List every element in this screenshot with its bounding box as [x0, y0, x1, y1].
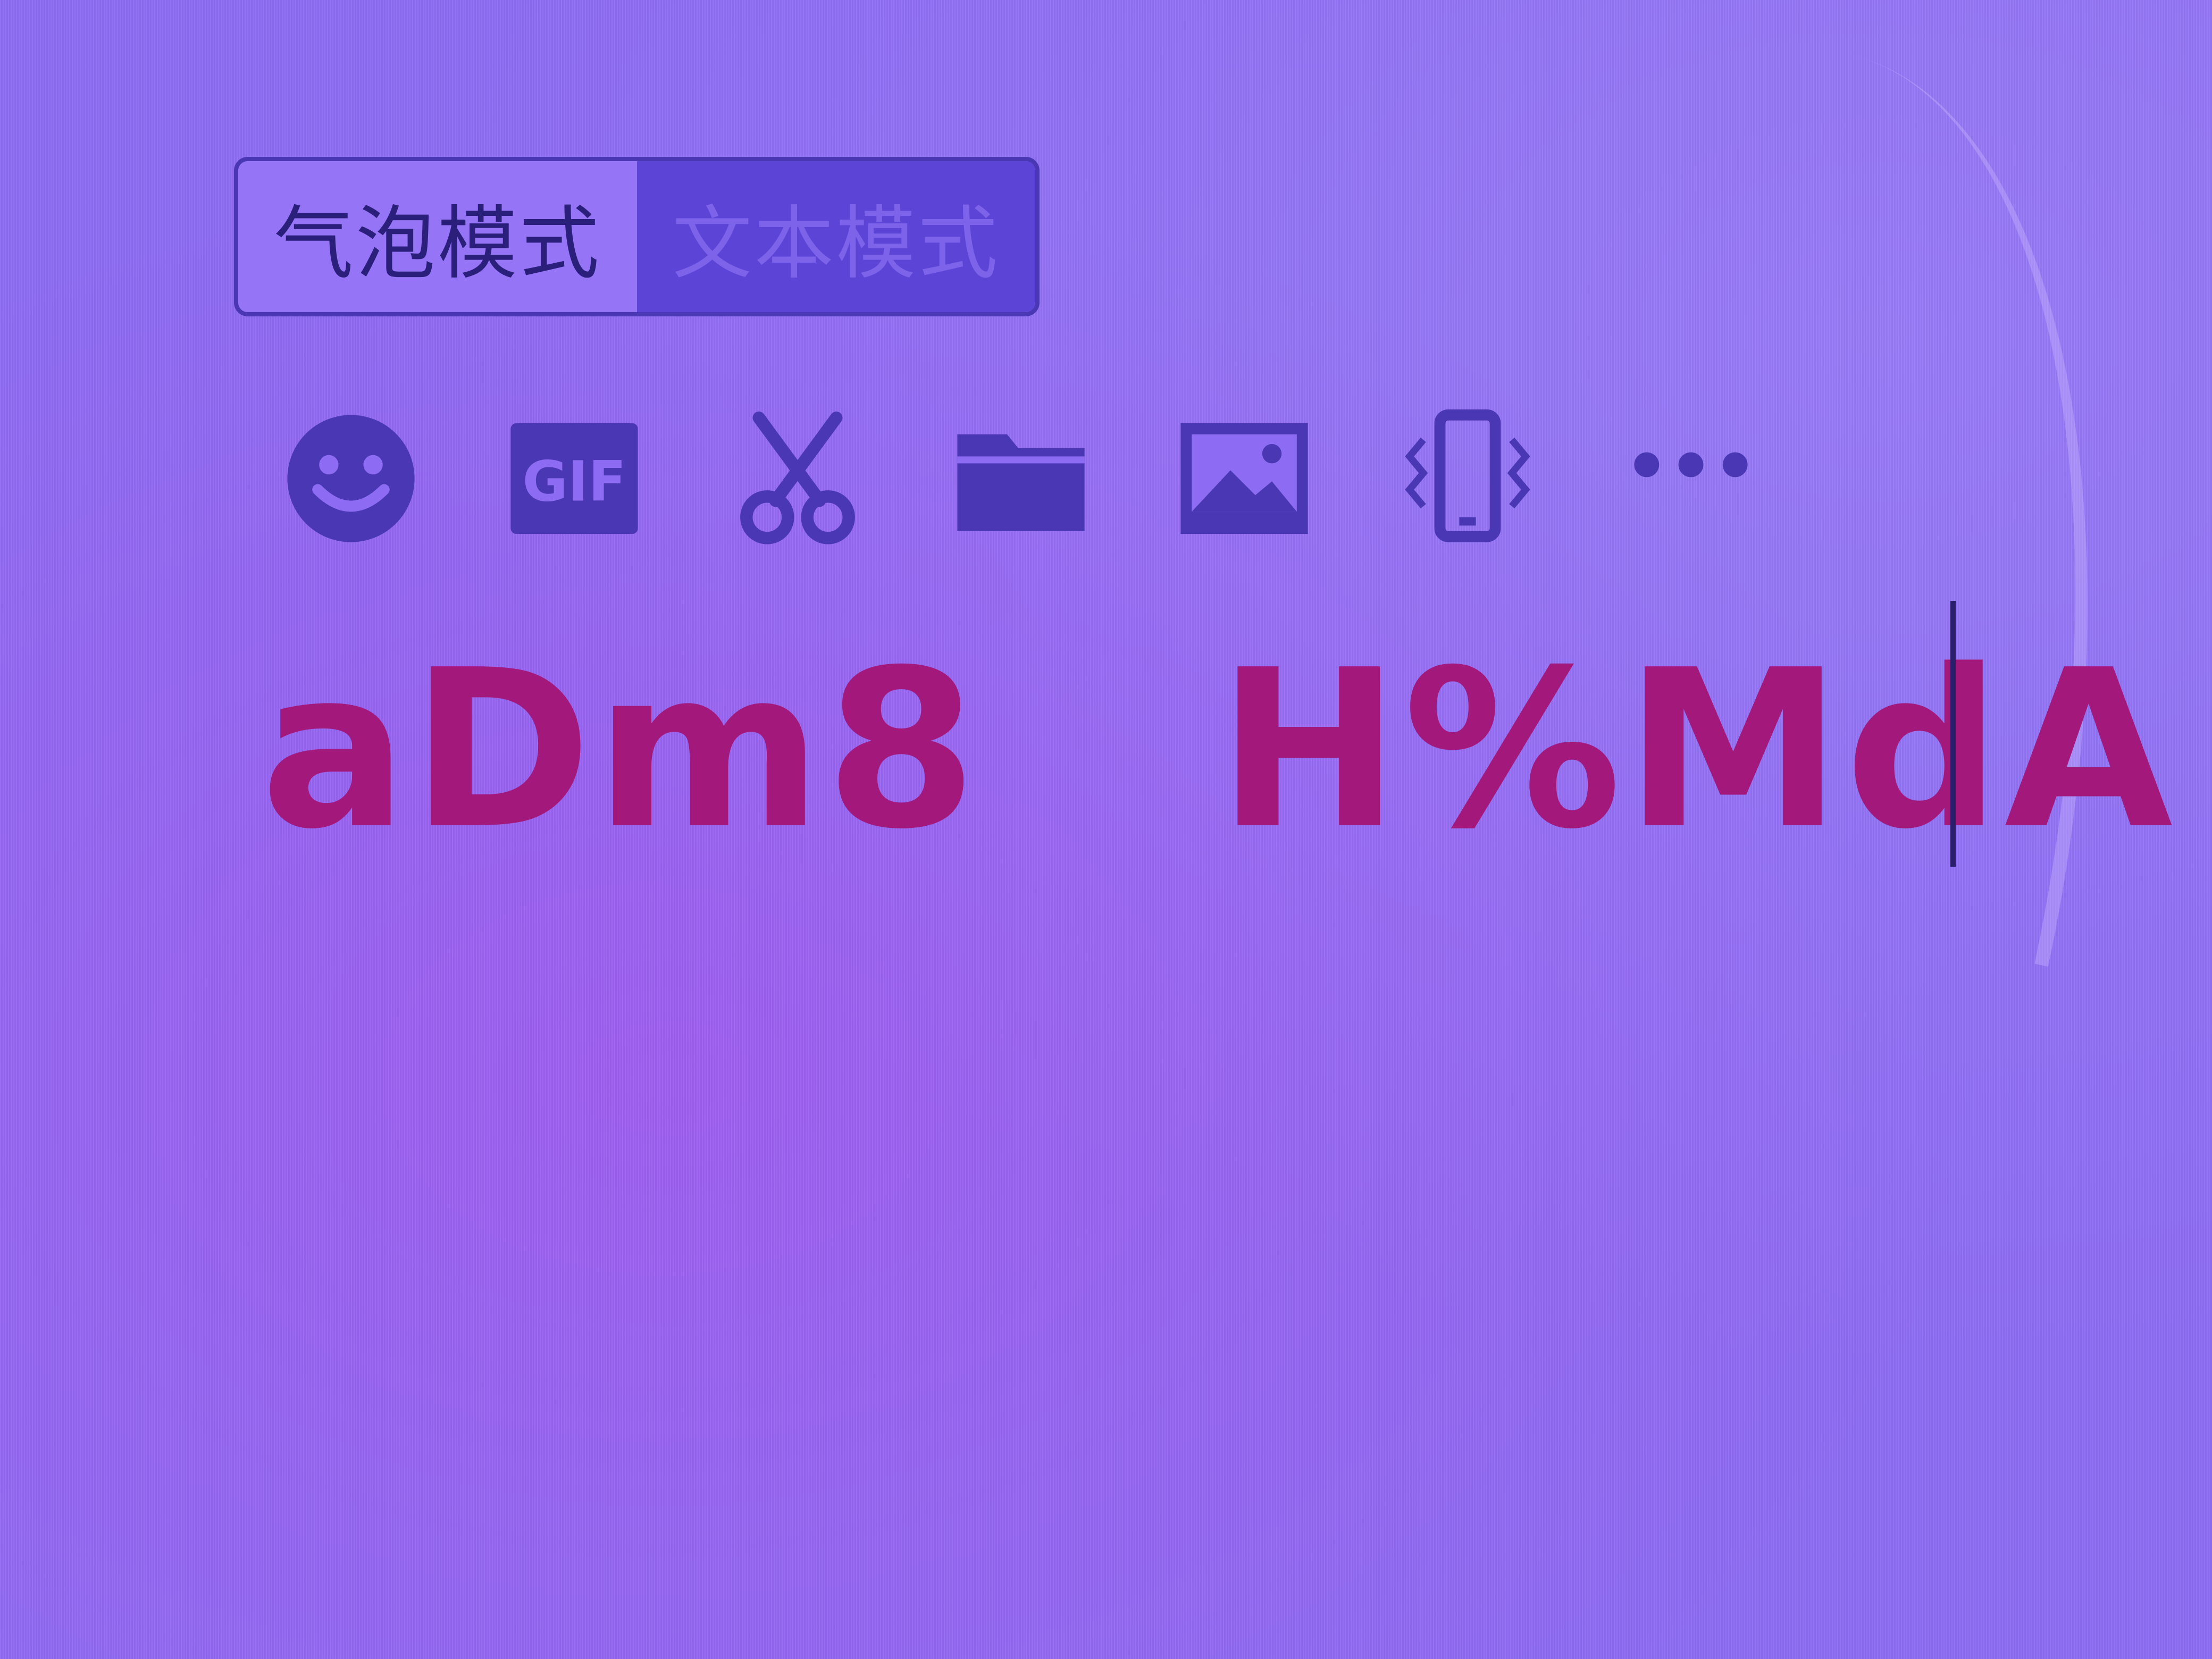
mode-toggle: 气泡模式 文本模式 — [234, 157, 1040, 316]
more-button[interactable] — [1622, 409, 1760, 548]
gif-button[interactable]: GIF — [505, 409, 643, 548]
gif-icon: GIF — [510, 423, 638, 534]
more-icon — [1634, 452, 1748, 477]
image-button[interactable] — [1175, 409, 1313, 548]
message-input[interactable]: aDm8 H%MdA — [261, 601, 2173, 899]
gif-icon-label: GIF — [522, 449, 626, 514]
scissors-icon — [740, 411, 855, 544]
emoji-button[interactable] — [282, 409, 420, 548]
bubble-mode-button[interactable]: 气泡模式 — [238, 161, 637, 312]
image-icon — [1180, 423, 1308, 534]
phone-vibrate-icon — [1405, 409, 1530, 542]
text-caret — [1950, 601, 1956, 867]
smiley-icon — [287, 415, 415, 542]
file-button[interactable] — [952, 409, 1090, 548]
text-mode-button[interactable]: 文本模式 — [636, 161, 1035, 312]
shake-button[interactable] — [1398, 409, 1537, 548]
chat-toolbar: GIF — [282, 409, 1824, 548]
screenshot-button[interactable] — [728, 409, 867, 548]
message-input-text: aDm8 H%MdA — [261, 623, 2176, 877]
folder-icon — [957, 434, 1085, 531]
